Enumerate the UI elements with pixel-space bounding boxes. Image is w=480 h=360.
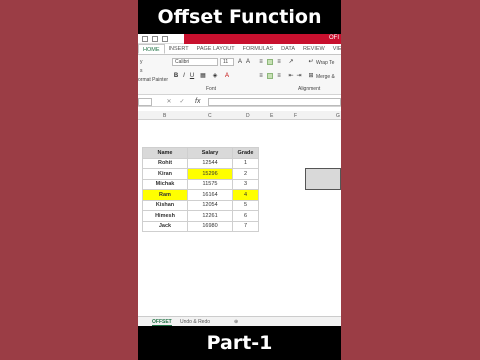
formula-input[interactable] <box>208 98 341 106</box>
font-color-icon[interactable]: A <box>224 73 230 79</box>
tab-home[interactable]: HOME <box>138 44 165 54</box>
cell-salary-highlighted[interactable]: 15296 <box>187 168 233 180</box>
col-c[interactable]: C <box>208 113 212 119</box>
cell-salary[interactable]: 12261 <box>187 210 233 222</box>
wrap-text-label[interactable]: Wrap Te <box>316 60 334 66</box>
col-g[interactable]: G <box>336 113 340 119</box>
fill-color-icon[interactable]: ◈ <box>212 73 218 79</box>
header-salary[interactable]: Salary <box>187 147 233 159</box>
table-row-highlighted: Ram 16164 4 <box>142 189 259 201</box>
cell-grade[interactable]: 3 <box>232 178 259 190</box>
format-painter-label[interactable]: ormat Painter <box>138 77 168 83</box>
enter-icon[interactable]: ✓ <box>179 99 185 105</box>
title-strip: OFI <box>184 34 341 44</box>
cell-salary[interactable]: 12054 <box>187 199 233 211</box>
sheet-tab-offset[interactable]: OFFSET <box>152 319 172 326</box>
col-b[interactable]: B <box>163 113 166 119</box>
wrap-text-icon[interactable]: ↵ <box>308 59 314 65</box>
align-right-icon[interactable]: ≡ <box>276 73 282 79</box>
table-row: Jack 16980 7 <box>142 220 259 232</box>
cell-name[interactable]: Kishan <box>142 199 188 211</box>
cell-grade[interactable]: 2 <box>232 168 259 180</box>
cell-salary[interactable]: 12544 <box>187 157 233 169</box>
cell-name[interactable]: Michak <box>142 178 188 190</box>
table-row: Kiran 15296 2 <box>142 168 259 180</box>
align-middle-icon[interactable] <box>267 59 273 65</box>
clipboard-label[interactable]: s <box>140 68 143 74</box>
alignment-group-label: Alignment <box>298 86 321 92</box>
align-left-icon[interactable]: ≡ <box>258 73 264 79</box>
align-top-icon[interactable]: ≡ <box>258 59 264 65</box>
tab-view[interactable]: VIEW <box>329 44 341 54</box>
cell-grade[interactable]: 7 <box>232 220 259 232</box>
cell-name[interactable]: Jack <box>142 220 188 232</box>
col-d[interactable]: D <box>246 113 250 119</box>
font-size-select[interactable]: 11 <box>220 58 234 66</box>
formula-bar: ✕ ✓ fx <box>138 97 341 107</box>
worksheet-grid[interactable]: Name Salary Grade Rohit 12544 1 Kiran 15… <box>138 120 341 316</box>
cell-grade[interactable]: 5 <box>232 199 259 211</box>
window-title-fragment: OFI <box>329 35 339 41</box>
table-row: Rohit 12544 1 <box>142 157 259 169</box>
ribbon: y s ormat Painter Calibri 11 A A B I U ▦… <box>138 55 341 95</box>
font-group-label: Font <box>206 86 217 92</box>
ribbon-tabs: HOME INSERT PAGE LAYOUT FORMULAS DATA RE… <box>138 44 341 55</box>
align-bottom-icon[interactable]: ≡ <box>276 59 282 65</box>
cell-name[interactable]: Rohit <box>142 157 188 169</box>
data-table: Name Salary Grade Rohit 12544 1 Kiran 15… <box>142 147 259 232</box>
align-center-icon[interactable] <box>267 73 273 79</box>
cell-salary[interactable]: 11575 <box>187 178 233 190</box>
add-sheet-icon[interactable]: ⊕ <box>234 319 238 325</box>
selected-range[interactable] <box>305 168 341 190</box>
cell-salary[interactable]: 16164 <box>187 189 233 201</box>
video-part-label: Part-1 <box>138 326 341 360</box>
tab-data[interactable]: DATA <box>277 44 299 54</box>
underline-icon[interactable]: U <box>189 73 195 79</box>
paste-label[interactable]: y <box>140 59 143 65</box>
font-name-select[interactable]: Calibri <box>172 58 218 66</box>
orientation-icon[interactable]: ↗ <box>288 59 294 65</box>
decrease-indent-icon[interactable]: ⇤ <box>288 73 294 79</box>
cell-name[interactable]: Kiran <box>142 168 188 180</box>
cell-name-highlighted[interactable]: Ram <box>142 189 188 201</box>
tab-page-layout[interactable]: PAGE LAYOUT <box>193 44 239 54</box>
table-row: Michak 11575 3 <box>142 178 259 190</box>
video-frame: Offset Function OFI HOME INSERT PAGE LAY… <box>138 0 341 360</box>
decrease-font-icon[interactable]: A <box>245 59 251 65</box>
table-row: Kishan 12054 5 <box>142 199 259 211</box>
tab-review[interactable]: REVIEW <box>299 44 329 54</box>
cell-grade[interactable]: 6 <box>232 210 259 222</box>
tab-formulas[interactable]: FORMULAS <box>239 44 278 54</box>
fx-icon[interactable]: fx <box>195 98 200 105</box>
cell-salary[interactable]: 16980 <box>187 220 233 232</box>
column-headers: B C D E F G <box>138 111 341 120</box>
cell-grade-highlighted[interactable]: 4 <box>232 189 259 201</box>
cancel-icon[interactable]: ✕ <box>166 99 172 105</box>
col-e[interactable]: E <box>270 113 273 119</box>
bold-icon[interactable]: B <box>173 73 179 79</box>
quick-access-toolbar: OFI <box>138 34 341 44</box>
table-row: Himesh 12261 6 <box>142 210 259 222</box>
increase-font-icon[interactable]: A <box>237 59 243 65</box>
undo-icon[interactable] <box>152 36 158 42</box>
save-icon[interactable] <box>142 36 148 42</box>
sheet-tabs: OFFSET Undo & Redo ⊕ <box>138 316 341 326</box>
col-f[interactable]: F <box>294 113 297 119</box>
video-title: Offset Function <box>138 0 341 34</box>
header-name[interactable]: Name <box>142 147 188 159</box>
italic-icon[interactable]: I <box>181 73 187 79</box>
header-grade[interactable]: Grade <box>232 147 259 159</box>
increase-indent-icon[interactable]: ⇥ <box>296 73 302 79</box>
borders-icon[interactable]: ▦ <box>200 73 206 79</box>
cell-name[interactable]: Himesh <box>142 210 188 222</box>
redo-icon[interactable] <box>162 36 168 42</box>
merge-label[interactable]: Merge & <box>316 74 335 80</box>
cell-grade[interactable]: 1 <box>232 157 259 169</box>
sheet-tab-undo-redo[interactable]: Undo & Redo <box>180 319 210 325</box>
name-box[interactable] <box>138 98 152 106</box>
tab-insert[interactable]: INSERT <box>165 44 193 54</box>
merge-icon[interactable]: ⊞ <box>308 73 314 79</box>
